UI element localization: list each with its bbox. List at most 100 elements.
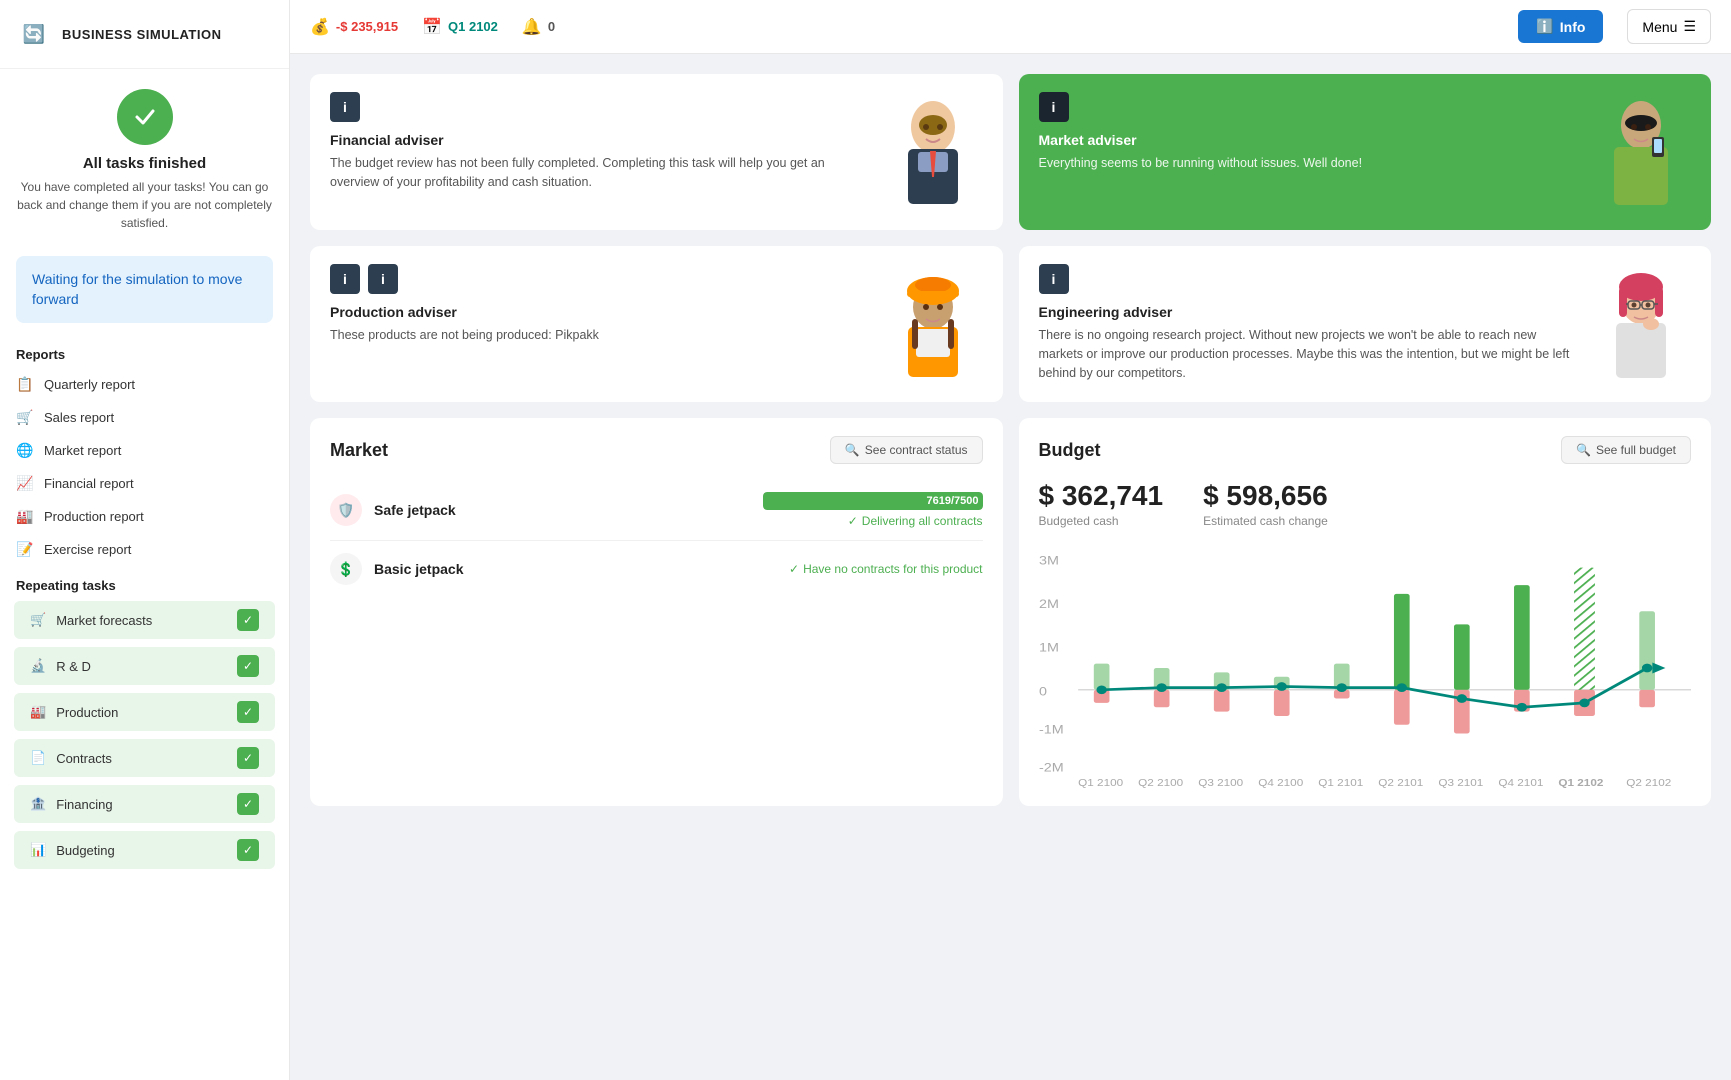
financial-adviser-avatar [883,92,983,212]
budgeted-cash-amount: $ 362,741 [1039,480,1164,512]
svg-text:Q1 2100: Q1 2100 [1078,778,1123,788]
budgeting-icon: 📊 [30,842,46,858]
exercise-icon: 📝 [16,541,34,558]
budget-title: Budget [1039,440,1101,461]
budget-card: Budget 🔍 See full budget $ 362,741 Budge… [1019,418,1712,806]
estimated-change-label: Estimated cash change [1203,514,1328,528]
market-adviser-name: Market adviser [1039,132,1580,148]
task-production[interactable]: 🏭 Production ✓ [14,693,275,731]
task-contracts[interactable]: 📄 Contracts ✓ [14,739,275,777]
bell-icon: 🔔 [522,17,542,37]
product-row-basic-jetpack: 💲 Basic jetpack ✓ Have no contracts for … [330,541,983,597]
info-badge: i [330,92,360,122]
sales-icon: 🛒 [16,409,34,426]
basic-jetpack-info: Basic jetpack [374,561,777,577]
financial-icon: 📈 [16,475,34,492]
nav-production-report[interactable]: 🏭 Production report [0,500,289,533]
nav-market-report[interactable]: 🌐 Market report [0,434,289,467]
contracts-icon: 📄 [30,750,46,766]
safe-jetpack-status: 7619/7500 ✓ Delivering all contracts [763,492,983,528]
engineering-adviser-card: i Engineering adviser There is no ongoin… [1019,246,1712,402]
market-forecasts-icon: 🛒 [30,612,46,628]
svg-text:Q3 2100: Q3 2100 [1198,778,1243,788]
check-circle [117,89,173,145]
see-contract-status-button[interactable]: 🔍 See contract status [830,436,983,464]
notification-item: 🔔 0 [522,17,555,37]
menu-button[interactable]: Menu ☰ [1627,9,1711,44]
svg-text:0: 0 [1039,684,1047,698]
task-done-badge: ✓ [237,609,259,631]
content-area: i Financial adviser The budget review ha… [290,54,1731,1080]
see-full-budget-button[interactable]: 🔍 See full budget [1561,436,1691,464]
budget-numbers: $ 362,741 Budgeted cash $ 598,656 Estima… [1039,480,1692,528]
bottom-row: Market 🔍 See contract status 🛡️ Safe jet… [310,418,1711,806]
production-task-icon: 🏭 [30,704,46,720]
market-title: Market [330,440,388,461]
svg-text:Q1 2101: Q1 2101 [1318,778,1363,788]
task-done-badge: ✓ [237,701,259,723]
nav-sales-report[interactable]: 🛒 Sales report [0,401,289,434]
check-icon: ✓ [848,514,858,528]
sidebar: 🔄 BUSINESS SIMULATION All tasks finished… [0,0,290,1080]
safe-jetpack-icon: 🛡️ [330,494,362,526]
budget-card-header: Budget 🔍 See full budget [1039,436,1692,464]
task-financing[interactable]: 🏦 Financing ✓ [14,785,275,823]
budgeted-cash: $ 362,741 Budgeted cash [1039,480,1164,528]
main-content: 💰 -$ 235,915 📅 Q1 2102 🔔 0 ℹ️ Info Menu … [290,0,1731,1080]
safe-jetpack-name: Safe jetpack [374,502,751,518]
app-title: BUSINESS SIMULATION [62,27,222,42]
notification-count: 0 [548,19,555,34]
app-logo: 🔄 [16,16,52,52]
estimated-change-amount: $ 598,656 [1203,480,1328,512]
svg-text:-1M: -1M [1039,723,1064,737]
basic-jetpack-name: Basic jetpack [374,561,777,577]
market-adviser-avatar [1591,92,1691,212]
rd-icon: 🔬 [30,658,46,674]
basic-jetpack-status: ✓ Have no contracts for this product [789,562,982,576]
safe-jetpack-info: Safe jetpack [374,502,751,518]
check-icon: ✓ [789,562,799,576]
market-card: Market 🔍 See contract status 🛡️ Safe jet… [310,418,1003,806]
safe-jetpack-delivering: ✓ Delivering all contracts [848,514,983,528]
budget-chart-svg: 3M 2M 1M 0 -1M -2M [1039,548,1692,788]
reports-nav: 📋 Quarterly report 🛒 Sales report 🌐 Mark… [0,368,289,566]
task-rd[interactable]: 🔬 R & D ✓ [14,647,275,685]
hamburger-icon: ☰ [1683,18,1696,35]
basic-jetpack-icon: 💲 [330,553,362,585]
budgeted-cash-label: Budgeted cash [1039,514,1164,528]
engineering-adviser-text: There is no ongoing research project. Wi… [1039,326,1580,382]
financial-adviser-card: i Financial adviser The budget review ha… [310,74,1003,230]
nav-exercise-report[interactable]: 📝 Exercise report [0,533,289,566]
financing-icon: 🏦 [30,796,46,812]
financial-adviser-text: The budget review has not been fully com… [330,154,871,192]
quarterly-icon: 📋 [16,376,34,393]
info-icon: ℹ️ [1536,18,1553,35]
market-card-header: Market 🔍 See contract status [330,436,983,464]
safe-jetpack-progress: 7619/7500 [763,492,983,510]
svg-text:Q2 2100: Q2 2100 [1138,778,1183,788]
quarter-value: Q1 2102 [448,19,498,34]
svg-text:-2M: -2M [1039,761,1064,775]
task-market-forecasts[interactable]: 🛒 Market forecasts ✓ [14,601,275,639]
market-icon: 🌐 [16,442,34,459]
status-description: You have completed all your tasks! You c… [16,178,273,232]
adviser-row-1: i Financial adviser The budget review ha… [310,74,1711,230]
balance-icon: 💰 [310,17,330,37]
search-icon: 🔍 [845,443,860,457]
task-budgeting[interactable]: 📊 Budgeting ✓ [14,831,275,869]
task-done-badge: ✓ [237,655,259,677]
task-done-badge: ✓ [237,747,259,769]
nav-quarterly-report[interactable]: 📋 Quarterly report [0,368,289,401]
info-button[interactable]: ℹ️ Info [1518,10,1603,43]
nav-financial-report[interactable]: 📈 Financial report [0,467,289,500]
svg-text:Q2 2102: Q2 2102 [1626,778,1671,788]
market-adviser-text: Everything seems to be running without i… [1039,154,1580,173]
repeating-tasks: 🛒 Market forecasts ✓ 🔬 R & D ✓ 🏭 Product… [0,599,289,871]
quarter-item: 📅 Q1 2102 [422,17,498,37]
svg-text:Q3 2101: Q3 2101 [1438,778,1483,788]
production-adviser-avatar [883,264,983,384]
svg-text:2M: 2M [1039,597,1059,611]
svg-text:Q2 2101: Q2 2101 [1378,778,1423,788]
progress-label: 7619/7500 [927,495,979,507]
status-title: All tasks finished [83,155,206,172]
